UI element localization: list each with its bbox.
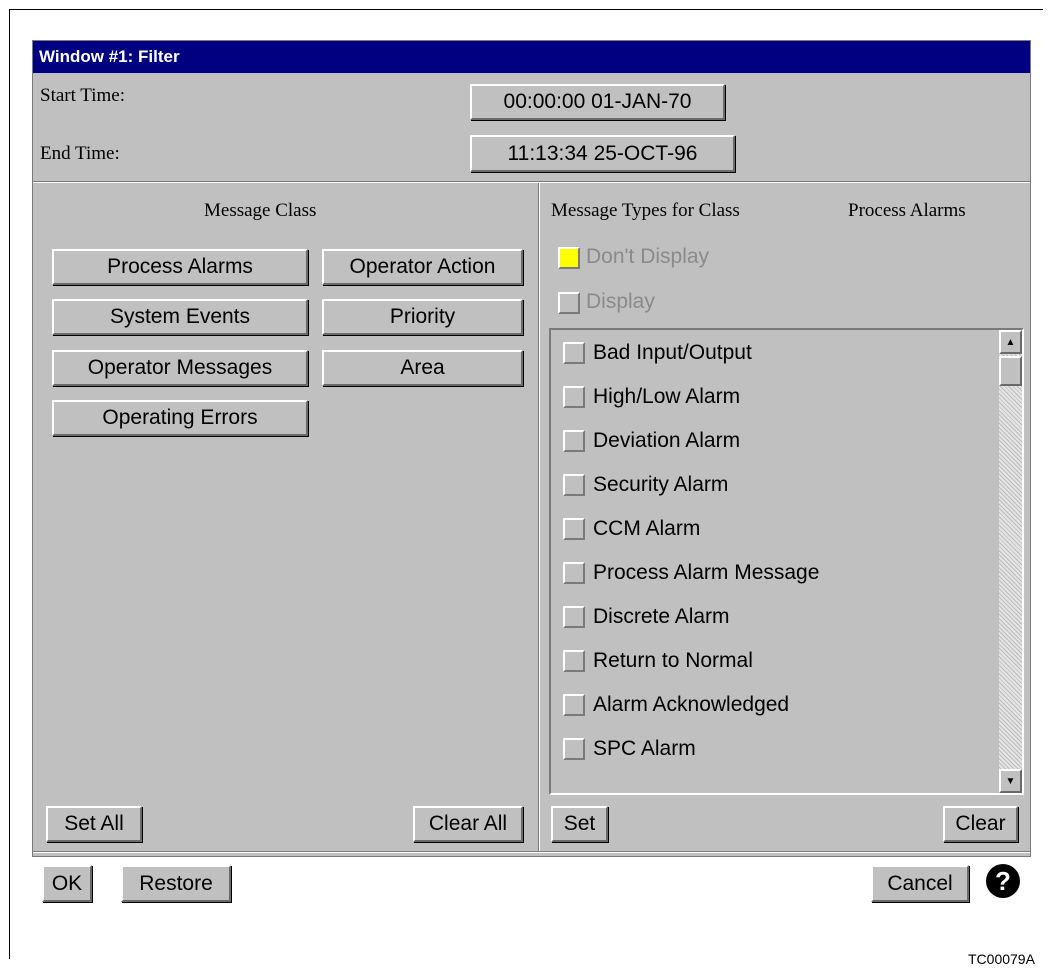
checkbox[interactable] [563,694,585,716]
time-section-divider [33,181,1030,183]
checkbox[interactable] [563,386,585,408]
restore-button[interactable]: Restore [121,865,231,902]
list-item[interactable]: Return to Normal [563,647,983,677]
cancel-button[interactable]: Cancel [871,865,969,902]
list-item[interactable]: Process Alarm Message [563,559,983,589]
help-icon: ? [986,864,1020,898]
dont-display-indicator[interactable] [558,247,580,269]
class-button-system-events[interactable]: System Events [52,299,308,335]
start-time-field[interactable]: 00:00:00 01-JAN-70 [470,84,725,120]
list-item-label: Bad Input/Output [593,341,752,364]
class-button-process-alarms[interactable]: Process Alarms [52,249,308,285]
set-all-button[interactable]: Set All [46,806,142,842]
start-time-label: Start Time: [40,85,125,106]
display-label: Display [586,290,655,313]
message-types-heading: Message Types for Class [551,200,740,221]
list-item[interactable]: Alarm Acknowledged [563,691,983,721]
list-item-label: High/Low Alarm [593,385,741,408]
help-button[interactable]: ? [981,861,1025,901]
end-time-field[interactable]: 11:13:34 25-OCT-96 [470,135,735,172]
filter-window: Window #1: Filter Start Time: 00:00:00 0… [32,40,1031,902]
list-item[interactable]: Deviation Alarm [563,427,983,457]
vertical-scrollbar[interactable]: ▲ ▼ [999,330,1022,793]
set-button[interactable]: Set [551,806,608,842]
message-class-heading: Message Class [204,200,317,221]
checkbox[interactable] [563,650,585,672]
selected-class-label: Process Alarms [848,200,966,221]
checkbox[interactable] [563,430,585,452]
list-item-label: SPC Alarm [593,737,696,760]
list-item-label: Deviation Alarm [593,429,741,452]
list-item[interactable]: CCM Alarm [563,515,983,545]
clear-all-button[interactable]: Clear All [413,806,523,842]
scroll-up-icon[interactable]: ▲ [999,330,1022,354]
checkbox[interactable] [563,606,585,628]
class-button-operator-action[interactable]: Operator Action [322,249,523,285]
checkbox[interactable] [563,738,585,760]
end-time-label: End Time: [40,143,120,164]
list-item-label: Process Alarm Message [593,561,820,584]
list-item[interactable]: High/Low Alarm [563,383,983,413]
figure-caption: TC00079A [968,951,1035,967]
scroll-thumb[interactable] [999,356,1022,386]
checkbox[interactable] [563,474,585,496]
dont-display-label: Don't Display [586,245,710,268]
checkbox[interactable] [563,562,585,584]
message-type-list[interactable]: Bad Input/Output High/Low Alarm Deviatio… [549,328,1024,795]
clear-button[interactable]: Clear [943,806,1018,842]
list-item[interactable]: Discrete Alarm [563,603,983,633]
window-title: Window #1: Filter [33,41,1030,73]
list-item-label: Alarm Acknowledged [593,693,790,716]
class-button-area[interactable]: Area [322,350,523,386]
list-item[interactable]: Security Alarm [563,471,983,501]
list-item[interactable]: SPC Alarm [563,735,983,765]
checkbox[interactable] [563,518,585,540]
display-indicator[interactable] [558,292,580,314]
list-item[interactable]: Bad Input/Output [563,339,983,369]
list-item-label: Security Alarm [593,473,729,496]
list-item-label: Return to Normal [593,649,753,672]
checkbox[interactable] [563,342,585,364]
list-item-label: Discrete Alarm [593,605,730,628]
ok-button[interactable]: OK [42,865,92,902]
panel-divider [538,183,540,851]
class-button-operator-messages[interactable]: Operator Messages [52,350,308,386]
footer-divider [33,851,1030,853]
class-button-operating-errors[interactable]: Operating Errors [52,400,308,436]
class-button-priority[interactable]: Priority [322,299,523,335]
list-item-label: CCM Alarm [593,517,701,540]
scroll-down-icon[interactable]: ▼ [999,769,1022,793]
